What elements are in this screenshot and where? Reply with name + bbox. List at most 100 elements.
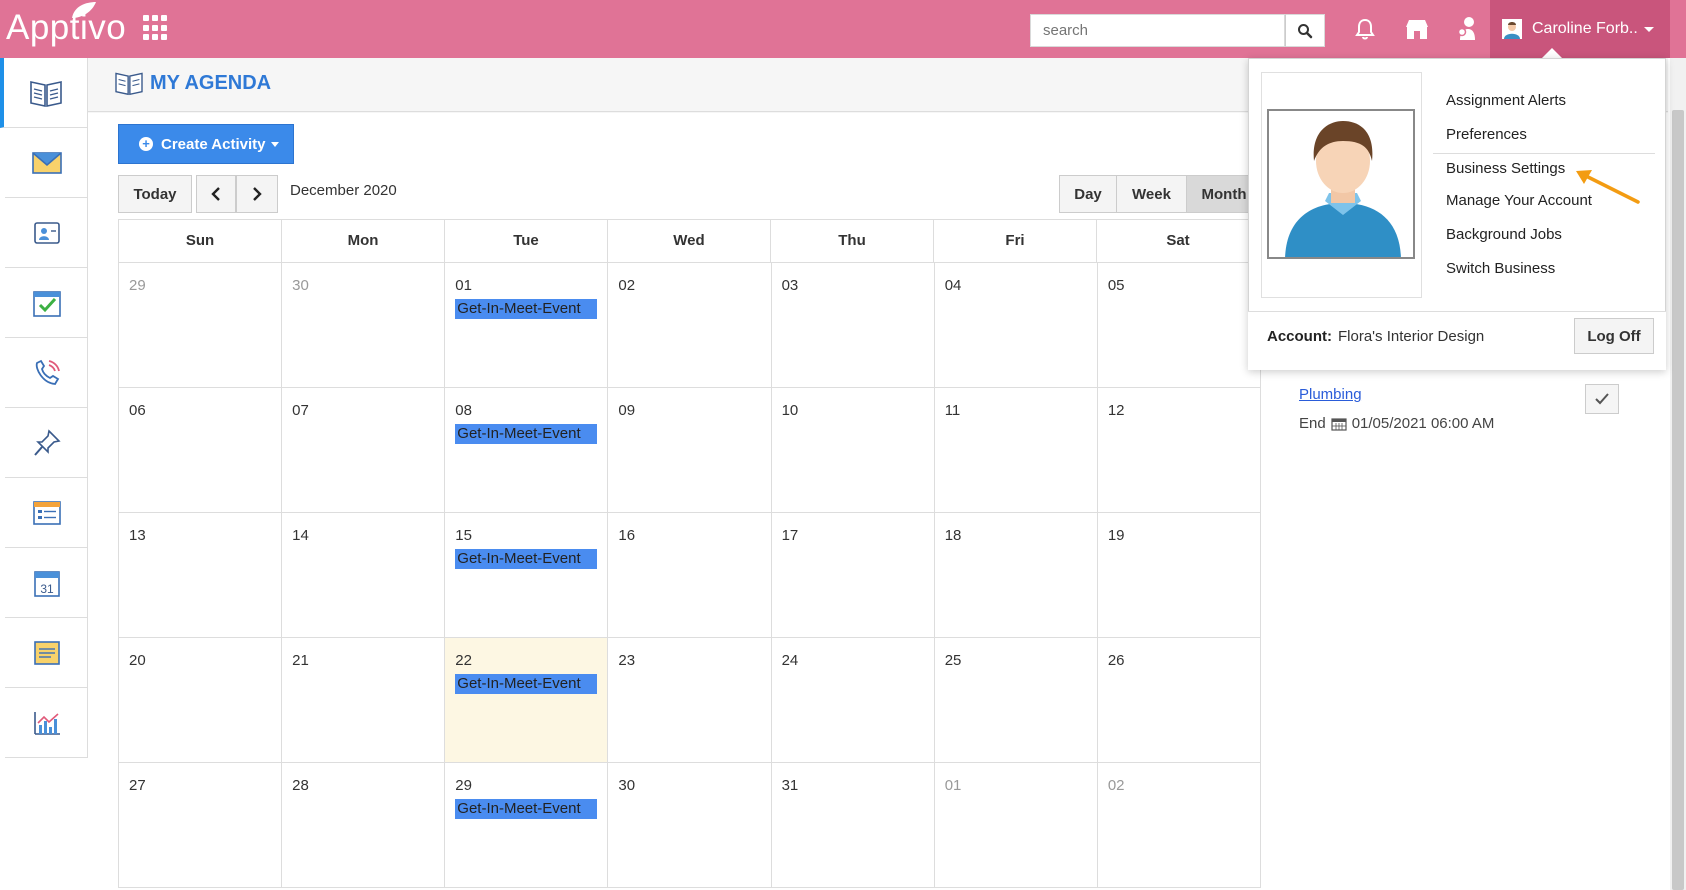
day-number: 24 xyxy=(781,652,799,669)
calendar-week-row: 20 21 22 Get-In-Meet-Event 23 24 25 26 xyxy=(118,638,1261,763)
calendar-day-cell[interactable]: 09 xyxy=(608,388,772,512)
calendar-day-cell[interactable]: 07 xyxy=(282,388,446,512)
calendar-event[interactable]: Get-In-Meet-Event xyxy=(455,299,598,319)
calendar-week-row: 27 28 29 Get-In-Meet-Event 30 31 01 02 xyxy=(118,763,1261,888)
calendar-day-cell[interactable]: 03 xyxy=(772,263,935,387)
calendar-week-row: 29 30 01 Get-In-Meet-Event 02 03 04 05 xyxy=(118,263,1261,388)
sidebar-item-email[interactable] xyxy=(5,128,88,198)
notes-list-icon xyxy=(32,500,61,525)
calendar-day-cell[interactable]: 21 xyxy=(282,638,446,762)
calendar-day-cell[interactable]: 16 xyxy=(608,513,772,637)
calendar-day-cell[interactable]: 02 xyxy=(608,263,772,387)
calendar-day-cell[interactable]: 20 xyxy=(119,638,283,762)
calendar-day-cell[interactable]: 13 xyxy=(119,513,283,637)
calendar-body: 29 30 01 Get-In-Meet-Event 02 03 04 05 06 07 08 Get… xyxy=(118,263,1261,888)
page-title: MY AGENDA xyxy=(150,72,272,94)
apps-grid-icon[interactable] xyxy=(143,15,169,41)
sidebar-item-tasks[interactable] xyxy=(5,268,88,338)
small-calendar-icon xyxy=(1331,417,1347,431)
calendar-day-cell[interactable]: 19 xyxy=(1098,513,1261,637)
sidebar-item-agenda[interactable] xyxy=(0,58,88,128)
calendar-day-cell[interactable]: 27 xyxy=(119,763,283,887)
annotation-arrow-icon xyxy=(1576,170,1640,204)
calendar-day-cell[interactable]: 18 xyxy=(935,513,1098,637)
sidebar-item-notes[interactable] xyxy=(5,478,88,548)
calendar-event[interactable]: Get-In-Meet-Event xyxy=(455,674,598,694)
calendar-event[interactable]: Get-In-Meet-Event xyxy=(455,549,598,569)
calendar-day-cell[interactable]: 31 xyxy=(772,763,935,887)
day-number: 03 xyxy=(781,277,799,294)
create-activity-button[interactable]: + Create Activity xyxy=(118,124,294,164)
calendar-day-cell[interactable]: 30 xyxy=(282,263,446,387)
today-button[interactable]: Today xyxy=(118,175,192,213)
search-input[interactable] xyxy=(1030,14,1285,47)
notifications-bell-icon[interactable] xyxy=(1352,16,1378,42)
view-day-button[interactable]: Day xyxy=(1059,175,1117,213)
calendar-day-cell[interactable]: 29 Get-In-Meet-Event xyxy=(445,763,609,887)
sidebar-item-contacts[interactable] xyxy=(5,198,88,268)
view-week-button[interactable]: Week xyxy=(1116,175,1187,213)
log-off-button[interactable]: Log Off xyxy=(1574,318,1654,354)
scrollbar-thumb[interactable] xyxy=(1672,110,1684,890)
calendar-day-cell[interactable]: 11 xyxy=(935,388,1098,512)
sidebar-item-calls[interactable] xyxy=(5,338,88,408)
menu-item-switch-business[interactable]: Switch Business xyxy=(1433,256,1655,290)
app-sidebar: 31 xyxy=(0,58,88,758)
menu-item-assignment-alerts[interactable]: Assignment Alerts xyxy=(1433,88,1655,122)
calendar-day-cell[interactable]: 08 Get-In-Meet-Event xyxy=(445,388,609,512)
search-button[interactable] xyxy=(1285,14,1325,47)
weekday-label: Fri xyxy=(934,220,1097,262)
chevron-down-icon xyxy=(1643,26,1654,32)
calendar-day-cell[interactable]: 29 xyxy=(119,263,283,387)
account-label: Account: xyxy=(1267,328,1332,345)
day-number: 20 xyxy=(129,652,146,669)
calendar-day-cell[interactable]: 12 xyxy=(1098,388,1261,512)
checkmark-icon xyxy=(1595,393,1609,405)
calendar-week-row: 06 07 08 Get-In-Meet-Event 09 10 11 12 xyxy=(118,388,1261,513)
mark-complete-button[interactable] xyxy=(1585,384,1619,414)
day-number: 29 xyxy=(129,277,146,294)
account-name: Flora's Interior Design xyxy=(1338,328,1485,345)
prev-month-button[interactable] xyxy=(196,175,236,213)
menu-item-background-jobs[interactable]: Background Jobs xyxy=(1433,222,1655,256)
calendar-day-cell-today[interactable]: 22 Get-In-Meet-Event xyxy=(445,638,609,762)
calendar-day-cell[interactable]: 14 xyxy=(282,513,446,637)
day-number: 14 xyxy=(292,527,309,544)
sidebar-item-pins[interactable] xyxy=(5,408,88,478)
user-switch-icon[interactable] xyxy=(1454,16,1480,42)
calendar-day-cell[interactable]: 02 xyxy=(1098,763,1261,887)
menu-item-preferences[interactable]: Preferences xyxy=(1433,122,1655,154)
profile-avatar[interactable] xyxy=(1267,109,1415,259)
day-number: 12 xyxy=(1107,402,1125,419)
calendar-day-cell[interactable]: 26 xyxy=(1098,638,1261,762)
pin-icon xyxy=(33,428,61,456)
calendar-day-cell[interactable]: 30 xyxy=(608,763,772,887)
calendar-day-cell[interactable]: 15 Get-In-Meet-Event xyxy=(445,513,609,637)
calendar-day-cell[interactable]: 25 xyxy=(935,638,1098,762)
calendar-day-cell[interactable]: 28 xyxy=(282,763,446,887)
calendar-day-cell[interactable]: 23 xyxy=(608,638,772,762)
day-number: 28 xyxy=(292,777,309,794)
calendar-day-cell[interactable]: 24 xyxy=(772,638,935,762)
calendar-day-cell[interactable]: 10 xyxy=(772,388,935,512)
sidebar-item-calendar[interactable]: 31 xyxy=(5,548,88,618)
sidebar-item-reports[interactable] xyxy=(5,688,88,758)
store-icon[interactable] xyxy=(1404,16,1430,42)
calendar-day-cell[interactable]: 05 xyxy=(1098,263,1261,387)
user-menu-toggle[interactable]: Caroline Forb.. xyxy=(1490,0,1670,58)
sticky-notes-icon xyxy=(33,640,60,665)
task-link-plumbing[interactable]: Plumbing xyxy=(1299,386,1362,403)
calendar-day-cell[interactable]: 06 xyxy=(119,388,283,512)
call-log-icon xyxy=(35,359,60,385)
calendar-day-cell[interactable]: 01 xyxy=(935,763,1098,887)
calendar-day-cell[interactable]: 01 Get-In-Meet-Event xyxy=(445,263,609,387)
day-number: 30 xyxy=(618,777,636,794)
user-name: Caroline Forb.. xyxy=(1532,20,1638,37)
next-month-button[interactable] xyxy=(236,175,278,213)
calendar-day-cell[interactable]: 17 xyxy=(772,513,935,637)
calendar-event[interactable]: Get-In-Meet-Event xyxy=(455,424,598,444)
sidebar-item-sticky-notes[interactable] xyxy=(5,618,88,688)
calendar-day-cell[interactable]: 04 xyxy=(935,263,1098,387)
calendar-event[interactable]: Get-In-Meet-Event xyxy=(455,799,598,819)
apptivo-logo[interactable]: Apptivo xyxy=(6,2,126,48)
